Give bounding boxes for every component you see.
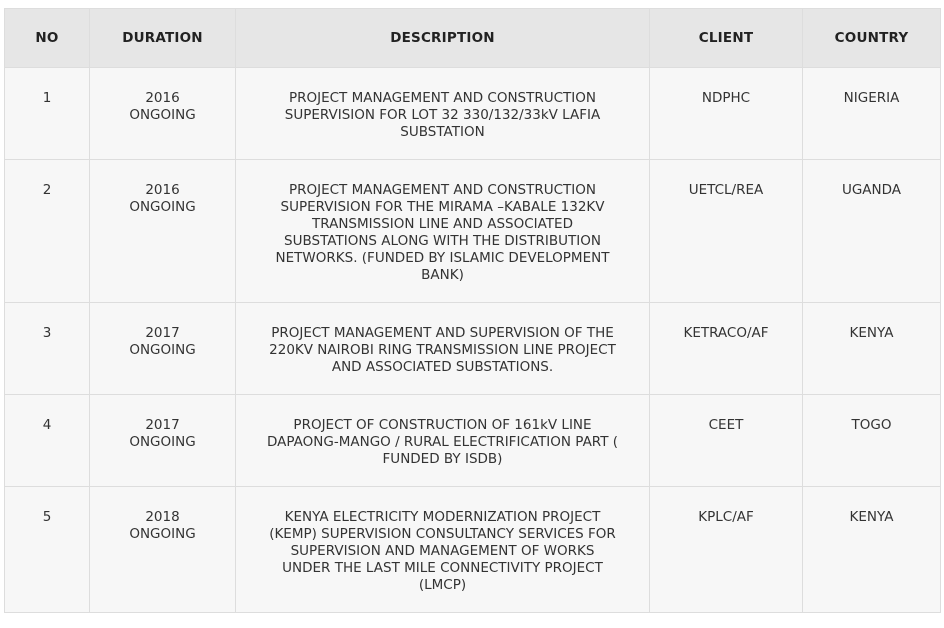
projects-table: NO DURATION DESCRIPTION CLIENT COUNTRY 1… (4, 8, 941, 613)
table-row: 3 2017 ONGOING PROJECT MANAGEMENT AND SU… (4, 302, 941, 395)
cell-no: 2 (4, 159, 90, 303)
projects-table-container: NO DURATION DESCRIPTION CLIENT COUNTRY 1… (4, 8, 941, 613)
cell-description: PROJECT OF CONSTRUCTION OF 161kV LINE DA… (235, 394, 650, 487)
header-description: DESCRIPTION (235, 8, 650, 68)
cell-duration: 2016 ONGOING (89, 67, 236, 160)
cell-no: 3 (4, 302, 90, 395)
duration-status: ONGOING (129, 199, 196, 215)
header-country: COUNTRY (802, 8, 941, 68)
cell-no: 1 (4, 67, 90, 160)
duration-status: ONGOING (129, 342, 196, 358)
cell-description: PROJECT MANAGEMENT AND CONSTRUCTION SUPE… (235, 67, 650, 160)
cell-client: KPLC/AF (649, 486, 803, 613)
table-row: 2 2016 ONGOING PROJECT MANAGEMENT AND CO… (4, 159, 941, 303)
cell-client: KETRACO/AF (649, 302, 803, 395)
header-no: NO (4, 8, 90, 68)
header-row: NO DURATION DESCRIPTION CLIENT COUNTRY (4, 8, 941, 68)
cell-country: KENYA (802, 486, 941, 613)
table-header: NO DURATION DESCRIPTION CLIENT COUNTRY (4, 8, 941, 68)
duration-year: 2018 (145, 509, 180, 525)
duration-year: 2017 (145, 325, 180, 341)
cell-description: PROJECT MANAGEMENT AND CONSTRUCTION SUPE… (235, 159, 650, 303)
duration-year: 2016 (145, 90, 180, 106)
duration-status: ONGOING (129, 526, 196, 542)
duration-year: 2017 (145, 417, 180, 433)
cell-country: UGANDA (802, 159, 941, 303)
duration-status: ONGOING (129, 434, 196, 450)
cell-duration: 2018 ONGOING (89, 486, 236, 613)
table-row: 4 2017 ONGOING PROJECT OF CONSTRUCTION O… (4, 394, 941, 487)
table-row: 5 2018 ONGOING KENYA ELECTRICITY MODERNI… (4, 486, 941, 613)
cell-description: KENYA ELECTRICITY MODERNIZATION PROJECT … (235, 486, 650, 613)
duration-status: ONGOING (129, 107, 196, 123)
cell-no: 5 (4, 486, 90, 613)
table-row: 1 2016 ONGOING PROJECT MANAGEMENT AND CO… (4, 67, 941, 160)
cell-country: TOGO (802, 394, 941, 487)
cell-duration: 2016 ONGOING (89, 159, 236, 303)
cell-description: PROJECT MANAGEMENT AND SUPERVISION OF TH… (235, 302, 650, 395)
cell-duration: 2017 ONGOING (89, 394, 236, 487)
cell-client: NDPHC (649, 67, 803, 160)
cell-client: UETCL/REA (649, 159, 803, 303)
table-body: 1 2016 ONGOING PROJECT MANAGEMENT AND CO… (4, 67, 941, 613)
header-duration: DURATION (89, 8, 236, 68)
cell-no: 4 (4, 394, 90, 487)
cell-country: KENYA (802, 302, 941, 395)
header-client: CLIENT (649, 8, 803, 68)
cell-country: NIGERIA (802, 67, 941, 160)
cell-client: CEET (649, 394, 803, 487)
cell-duration: 2017 ONGOING (89, 302, 236, 395)
duration-year: 2016 (145, 182, 180, 198)
